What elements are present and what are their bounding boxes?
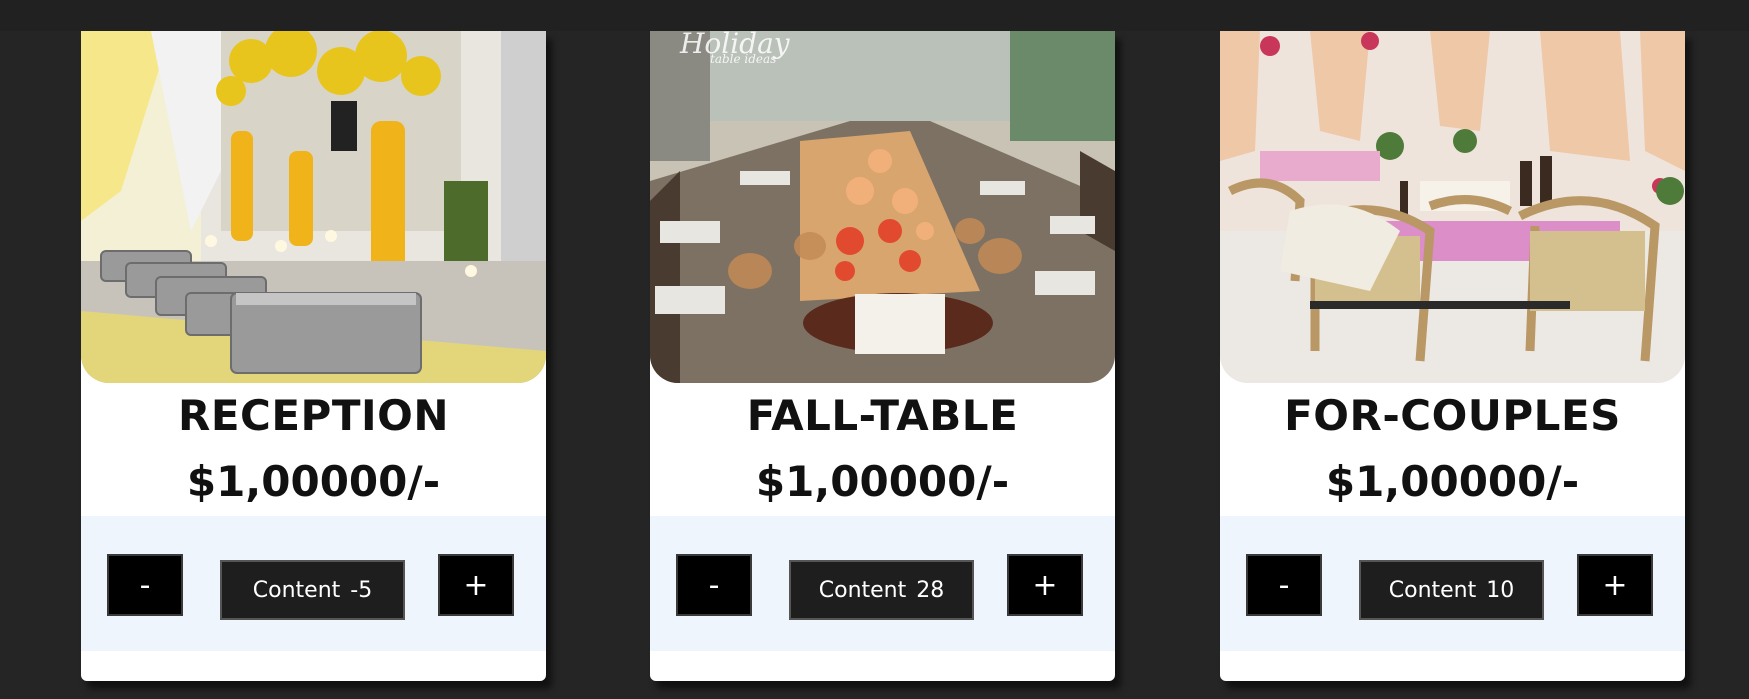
- svg-text:table ideas: table ideas: [710, 52, 776, 66]
- decrement-button[interactable]: -: [676, 554, 752, 616]
- increment-button[interactable]: +: [1577, 554, 1653, 616]
- card-title: RECEPTION: [178, 391, 449, 440]
- decrement-button[interactable]: -: [107, 554, 183, 616]
- card-title: FOR-COUPLES: [1284, 391, 1621, 440]
- quantity-controls: - Content 28 +: [650, 516, 1115, 651]
- content-counter-button[interactable]: Content 10: [1359, 560, 1544, 620]
- content-value: 10: [1486, 577, 1515, 603]
- card-image-fall-table: Holiday table ideas: [650, 31, 1115, 383]
- content-label: Content: [818, 577, 907, 603]
- decrement-button[interactable]: -: [1246, 554, 1322, 616]
- card-price: $1,00000/-: [186, 457, 441, 506]
- content-counter-button[interactable]: Content 28: [789, 560, 974, 620]
- top-bar: [0, 0, 1749, 31]
- content-label: Content: [1388, 577, 1477, 603]
- content-value: -5: [350, 577, 373, 603]
- quantity-controls: - Content 10 +: [1220, 516, 1685, 651]
- product-card-for-couples: FOR-COUPLES $1,00000/- - Content 10 +: [1220, 31, 1685, 681]
- product-card-reception: RECEPTION $1,00000/- - Content -5 +: [81, 31, 546, 681]
- content-counter-button[interactable]: Content -5: [220, 560, 405, 620]
- card-image-for-couples: [1220, 31, 1685, 383]
- card-image-reception: [81, 31, 546, 383]
- card-price: $1,00000/-: [1325, 457, 1580, 506]
- product-card-fall-table: Holiday table ideas FALL-TABLE $1,00000/…: [650, 31, 1115, 681]
- content-value: 28: [916, 577, 945, 603]
- card-price: $1,00000/-: [755, 457, 1010, 506]
- quantity-controls: - Content -5 +: [81, 516, 546, 651]
- content-label: Content: [252, 577, 341, 603]
- increment-button[interactable]: +: [438, 554, 514, 616]
- card-title: FALL-TABLE: [746, 391, 1019, 440]
- increment-button[interactable]: +: [1007, 554, 1083, 616]
